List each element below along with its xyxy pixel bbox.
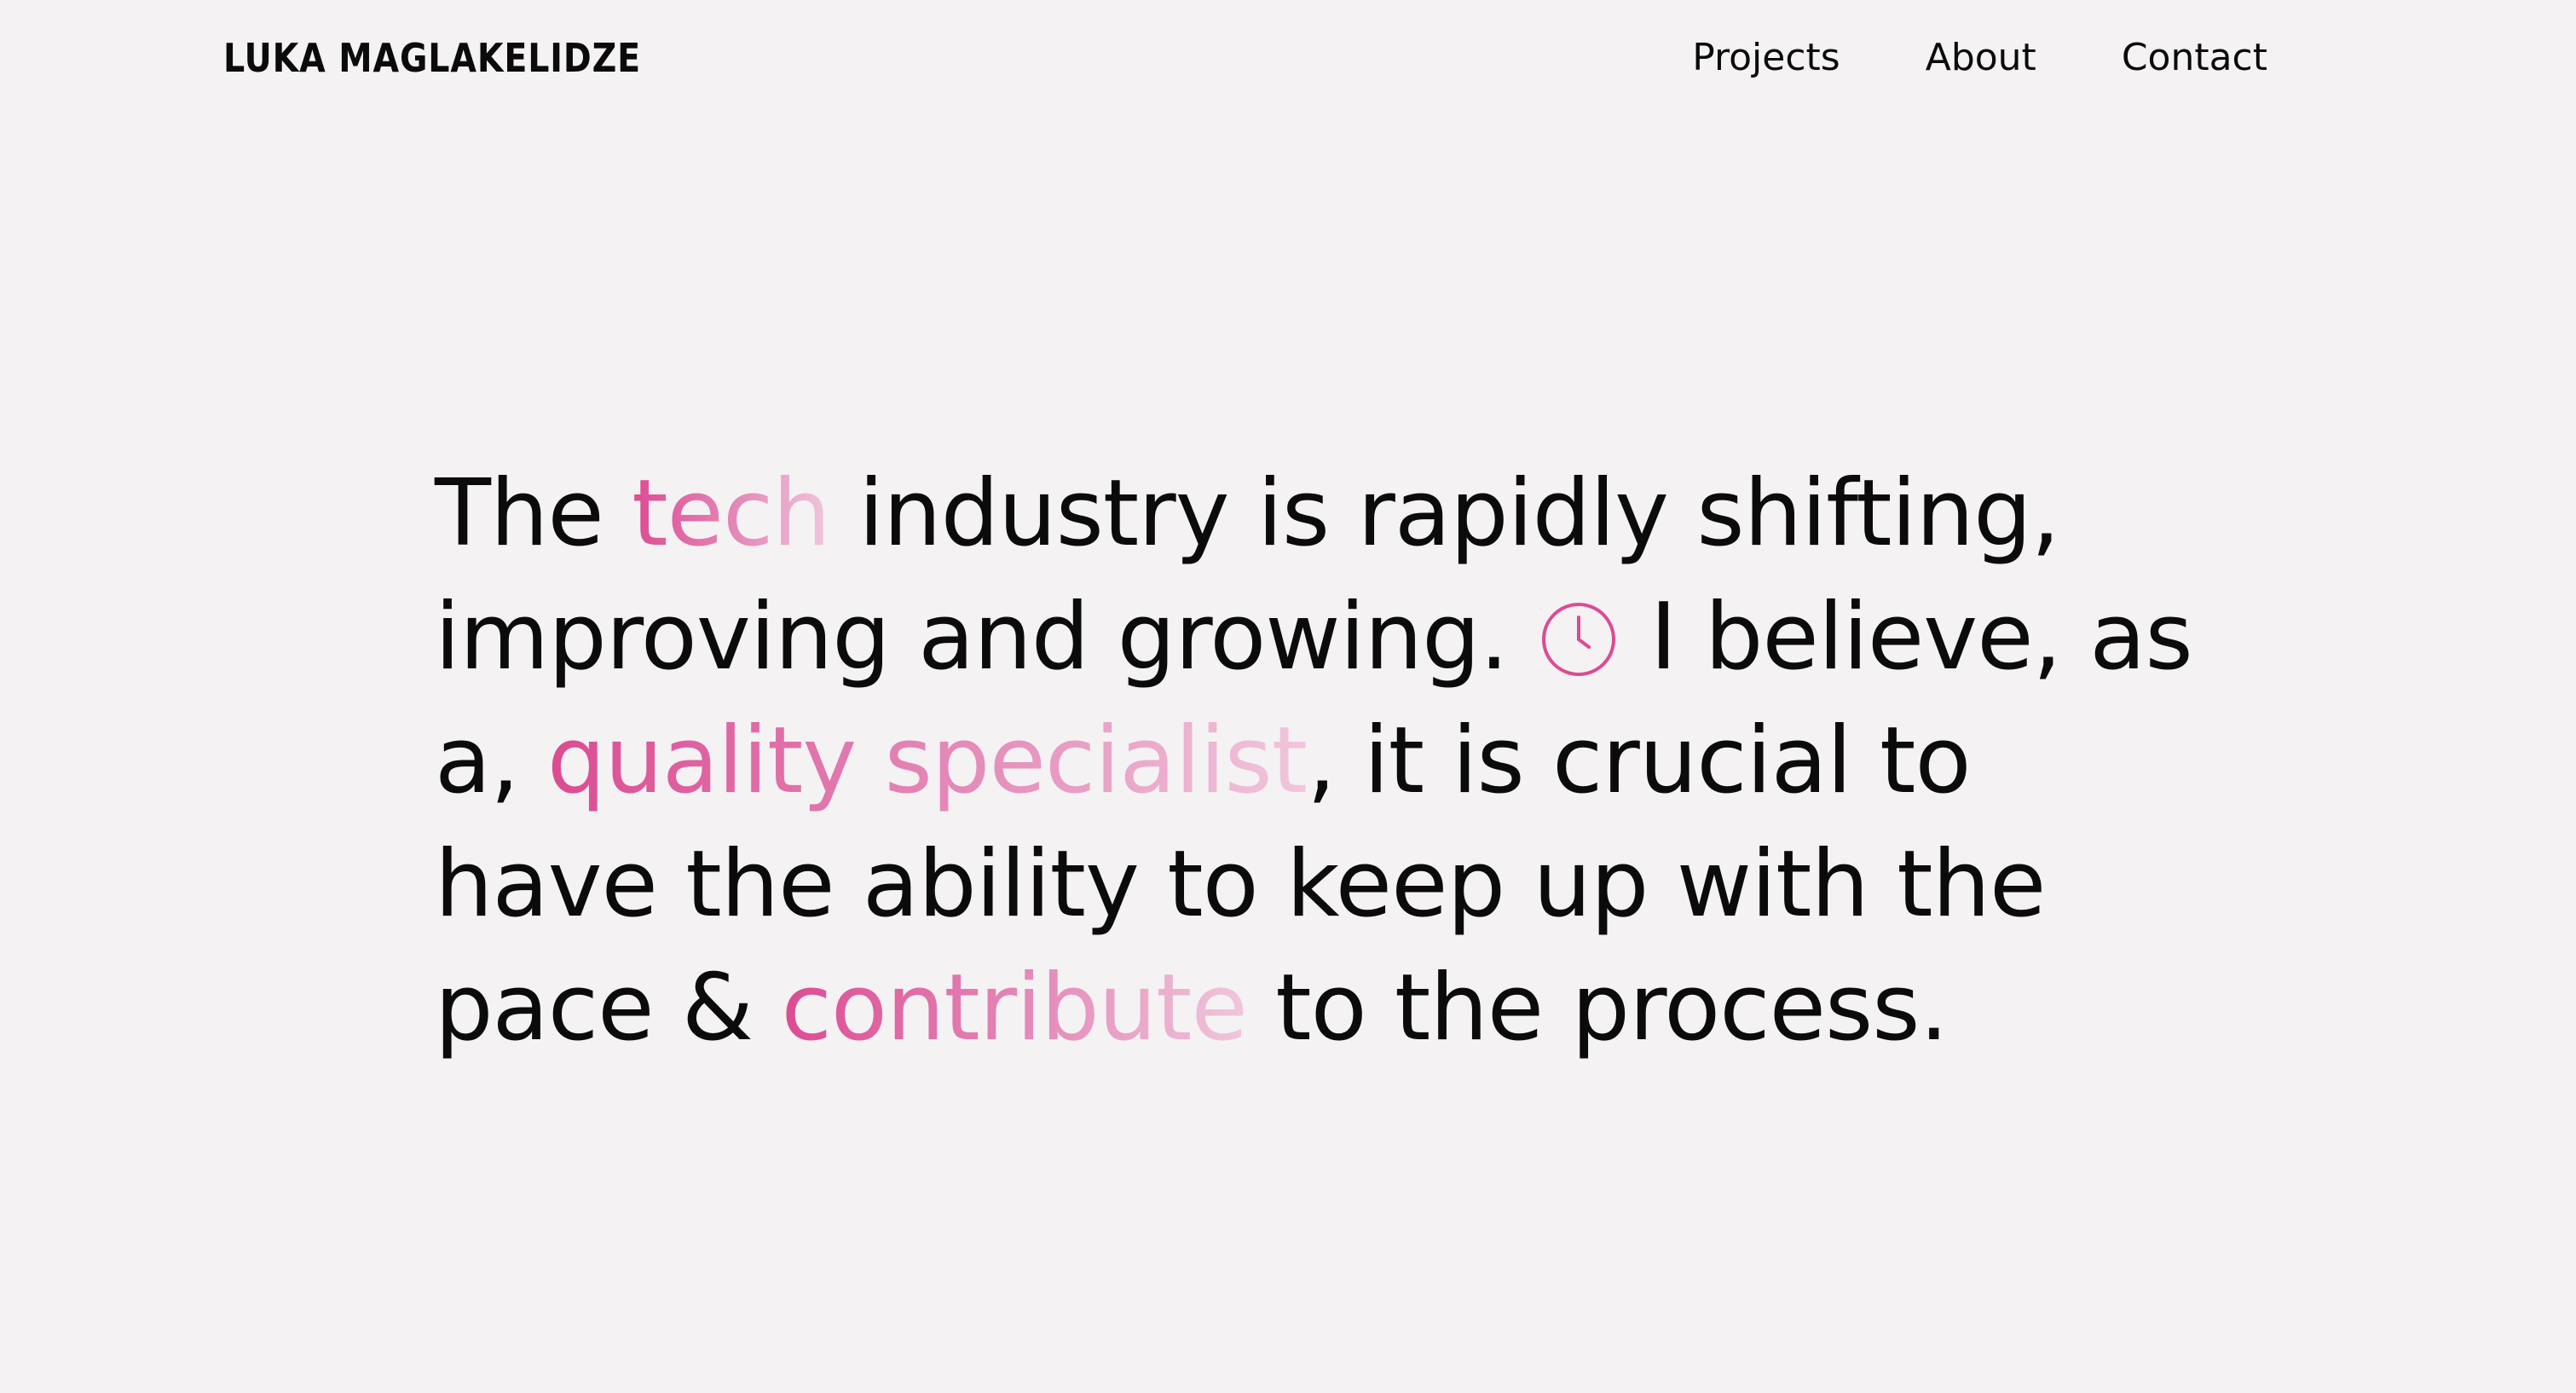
highlight-contribute: contribute <box>781 955 1247 1061</box>
site-logo[interactable]: LUKA MAGLAKELIDZE <box>223 32 641 84</box>
nav-link-about[interactable]: About <box>1926 31 2036 85</box>
nav-link-projects[interactable]: Projects <box>1692 31 1840 85</box>
main-nav: Projects About Contact <box>1692 31 2267 85</box>
clock-icon <box>1539 600 1618 679</box>
statement-text: The <box>435 460 632 567</box>
hero-statement: The tech industry is rapidly shifting, i… <box>435 452 2208 1070</box>
statement-text: to the process. <box>1246 955 1949 1061</box>
highlight-tech: tech <box>632 460 831 567</box>
nav-link-contact[interactable]: Contact <box>2122 31 2267 85</box>
highlight-quality-specialist: quality specialist <box>546 708 1308 814</box>
